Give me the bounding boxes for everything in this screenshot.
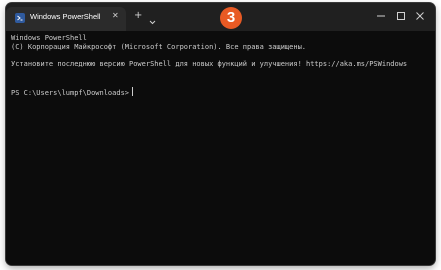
tab-title: Windows PowerShell xyxy=(30,12,101,21)
minimize-button[interactable] xyxy=(372,9,390,23)
step-number-badge: 3 xyxy=(220,7,242,29)
chevron-down-icon[interactable] xyxy=(149,12,156,30)
minimize-icon xyxy=(377,15,385,17)
terminal-window: Windows PowerShell ✕ + Windows PowerShel… xyxy=(6,3,435,265)
console-line-title: Windows PowerShell xyxy=(11,34,87,42)
maximize-icon xyxy=(397,12,405,20)
console-output[interactable]: Windows PowerShell (С) Корпорация Майкро… xyxy=(6,31,435,265)
text-cursor xyxy=(132,87,134,96)
new-tab-button[interactable]: + xyxy=(134,11,142,21)
console-line-copyright: (С) Корпорация Майкрософт (Microsoft Cor… xyxy=(11,43,307,51)
maximize-button[interactable] xyxy=(392,9,410,23)
console-line-update-hint: Установите последнюю версию PowerShell д… xyxy=(11,60,408,68)
powershell-icon xyxy=(15,13,25,23)
console-prompt-line[interactable]: PS C:\Users\lumpf\Downloads> xyxy=(11,87,134,97)
tab-windows-powershell[interactable]: Windows PowerShell ✕ xyxy=(6,7,126,31)
console-prompt: PS C:\Users\lumpf\Downloads> xyxy=(11,89,130,97)
tab-close-button[interactable]: ✕ xyxy=(112,11,119,20)
close-icon xyxy=(416,12,424,20)
close-button[interactable] xyxy=(411,9,429,23)
